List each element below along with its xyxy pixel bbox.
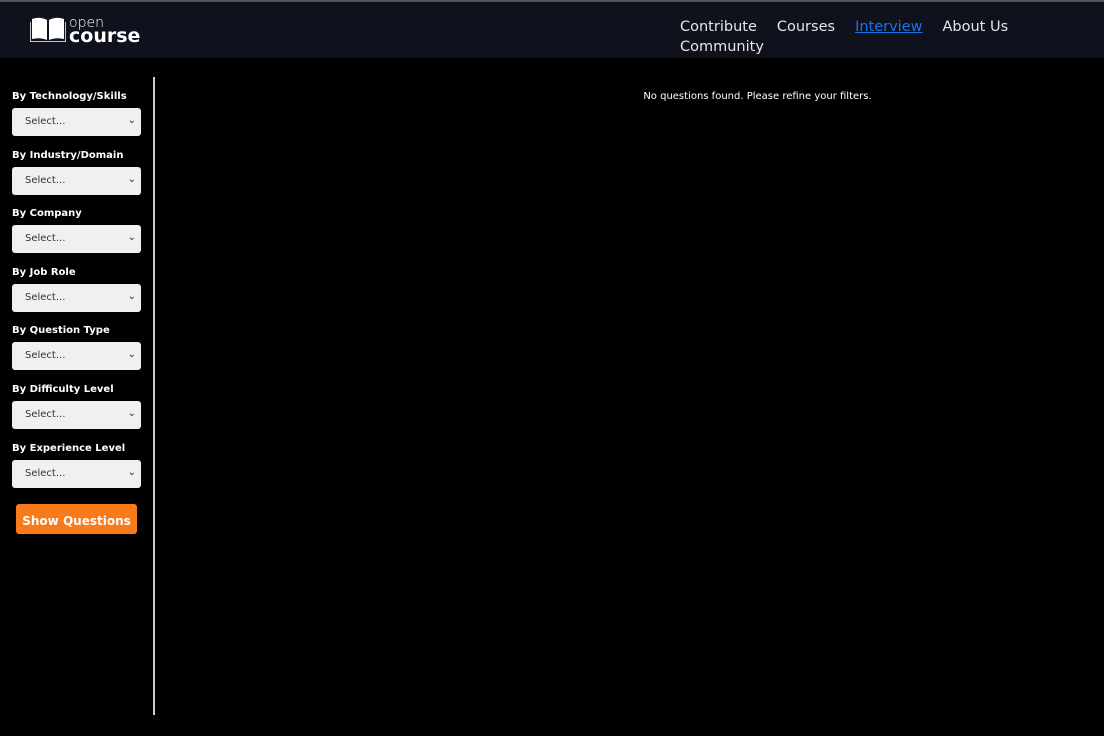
filter-label: By Industry/Domain bbox=[12, 149, 124, 161]
filter-group: By Difficulty Level Select... ⌄ bbox=[12, 384, 141, 429]
filter-select[interactable]: Select... ⌄ bbox=[12, 166, 141, 195]
filter-label: By Job Role bbox=[12, 266, 76, 278]
select-value: Select... bbox=[25, 291, 66, 303]
filter-sidebar: Show Questions By Technology/Skills Selec… bbox=[0, 77, 155, 715]
select-value: Select... bbox=[25, 409, 66, 420]
chevron-down-icon: ⌄ bbox=[127, 408, 136, 419]
empty-results-message: No questions found. Please refine your f… bbox=[643, 91, 872, 102]
logo[interactable]: open course bbox=[30, 16, 141, 47]
main-nav: Contribute Courses Interview About Us Co… bbox=[680, 19, 1096, 55]
select-value: Select... bbox=[25, 467, 66, 479]
filter-group: By Industry/Domain Select... ⌄ bbox=[12, 150, 141, 195]
filter-label: By Experience Level bbox=[12, 442, 126, 454]
nav-contribute[interactable]: Contribute bbox=[680, 19, 757, 35]
chevron-down-icon: ⌄ bbox=[127, 466, 136, 478]
select-value: Select... bbox=[25, 233, 66, 245]
select-value: Select... bbox=[25, 174, 66, 186]
logo-text-course: course bbox=[69, 24, 141, 47]
show-questions-button[interactable]: Show Questions bbox=[16, 504, 137, 534]
nav-community[interactable]: Community bbox=[680, 39, 764, 55]
filter-select[interactable]: Select... ⌄ bbox=[12, 342, 141, 371]
select-value: Select... bbox=[25, 350, 66, 362]
filter-group: By Question Type Select... ⌄ bbox=[12, 325, 141, 371]
filter-label: By Company bbox=[12, 208, 82, 220]
book-icon bbox=[30, 17, 66, 42]
chevron-down-icon: ⌄ bbox=[127, 115, 136, 126]
filter-group: By Job Role Select... ⌄ bbox=[12, 267, 141, 312]
nav-courses[interactable]: Courses bbox=[777, 19, 835, 35]
filter-select[interactable]: Select... ⌄ bbox=[12, 225, 141, 254]
filter-label: By Technology/Skills bbox=[12, 91, 127, 102]
chevron-down-icon: ⌄ bbox=[127, 173, 136, 185]
filter-select[interactable]: Select... ⌄ bbox=[12, 401, 141, 429]
filter-group: By Technology/Skills Select... ⌄ bbox=[12, 91, 141, 136]
chevron-down-icon: ⌄ bbox=[127, 349, 136, 361]
header: open course Contribute Courses Interview … bbox=[0, 0, 1104, 58]
filter-select[interactable]: Select... ⌄ bbox=[12, 108, 141, 136]
filter-label: By Difficulty Level bbox=[12, 384, 114, 395]
select-value: Select... bbox=[25, 116, 66, 127]
nav-interview[interactable]: Interview bbox=[855, 19, 922, 35]
filter-group: By Experience Level Select... ⌄ bbox=[12, 443, 141, 488]
filter-group: By Company Select... ⌄ bbox=[12, 208, 141, 254]
chevron-down-icon: ⌄ bbox=[127, 232, 136, 244]
filter-label: By Question Type bbox=[12, 325, 110, 337]
filter-select[interactable]: Select... ⌄ bbox=[12, 459, 141, 488]
filter-select[interactable]: Select... ⌄ bbox=[12, 283, 141, 312]
nav-about-us[interactable]: About Us bbox=[943, 19, 1009, 35]
chevron-down-icon: ⌄ bbox=[127, 290, 136, 302]
